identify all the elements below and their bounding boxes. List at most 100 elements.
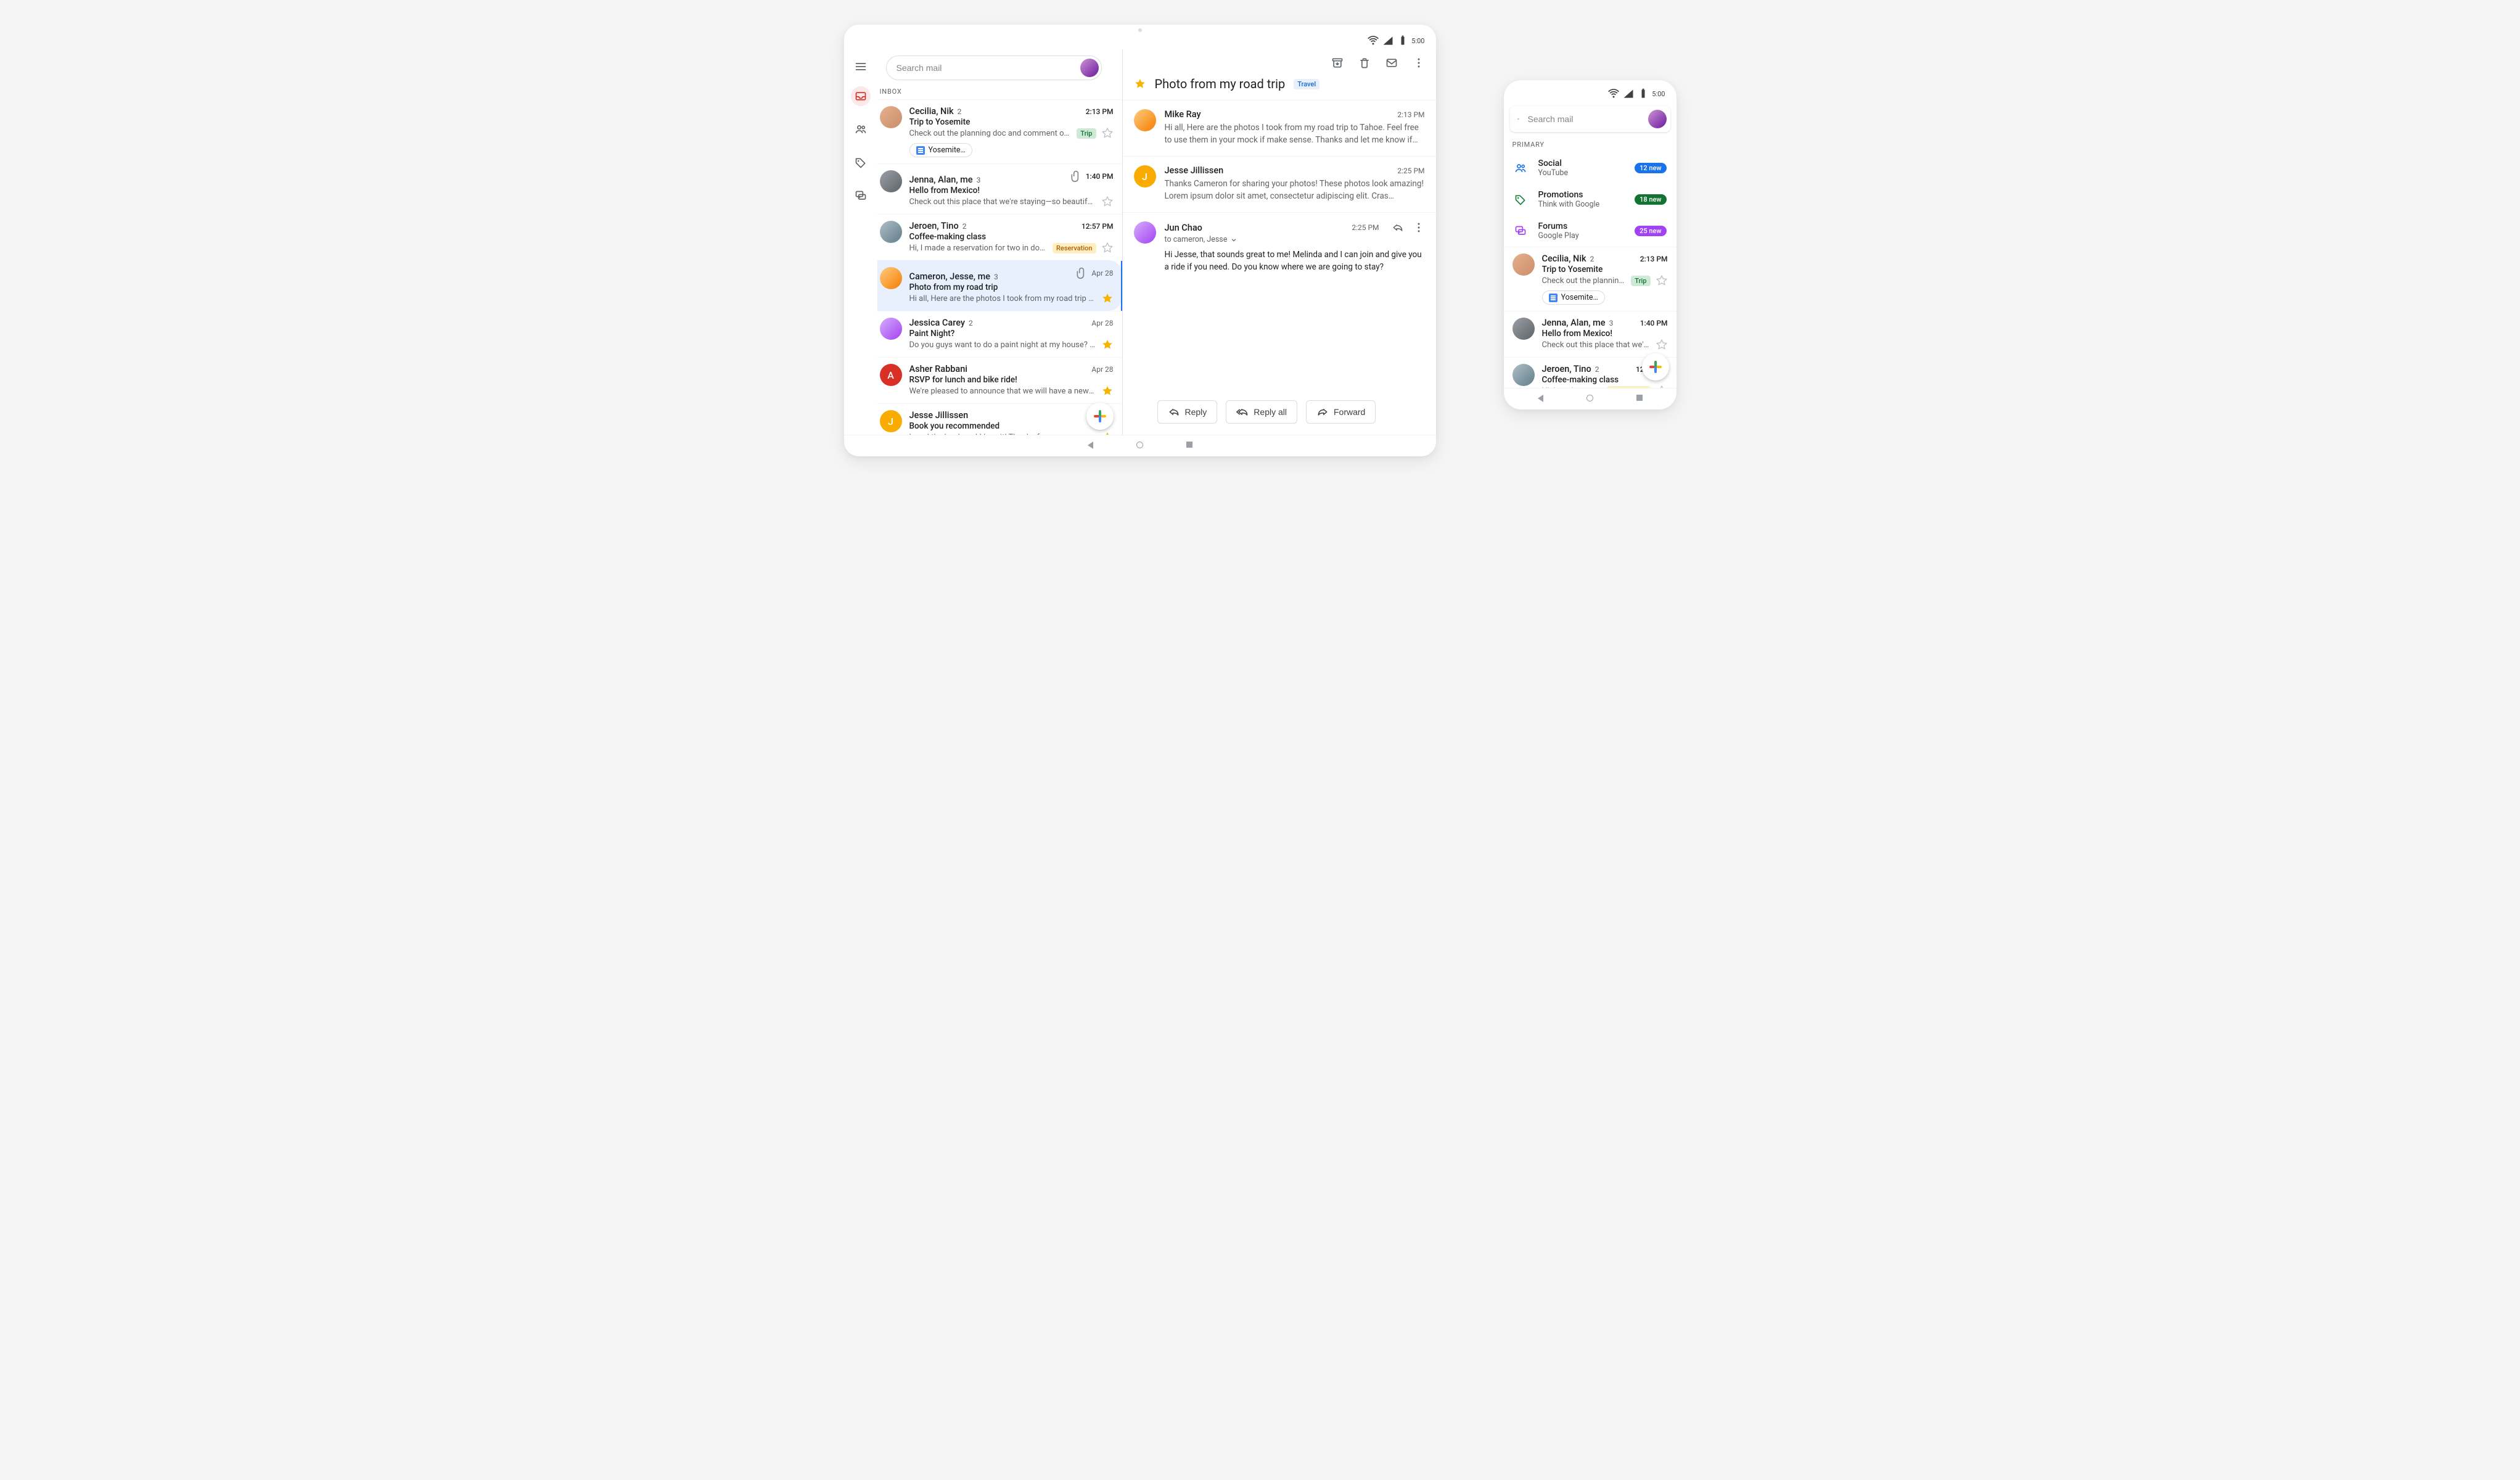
mark-unread-button[interactable] (1385, 57, 1398, 69)
category-social[interactable]: SocialYouTube12 new (1504, 152, 1677, 184)
rail-primary[interactable] (851, 86, 871, 106)
plus-icon (1094, 410, 1106, 422)
battery-icon (1397, 35, 1409, 47)
thread-list[interactable]: Cecilia, Nik22:13 PMTrip to YosemiteChec… (877, 99, 1122, 435)
nav-back[interactable] (1538, 395, 1543, 402)
star-toggle[interactable] (1101, 431, 1114, 435)
menu-icon[interactable] (1517, 113, 1519, 125)
thread-names: Jeroen, Tino (909, 221, 959, 231)
thread-item[interactable]: Cecilia, Nik22:13 PMTrip to YosemiteChec… (1504, 247, 1677, 311)
thread-avatar[interactable] (1134, 221, 1156, 244)
rail-promotions[interactable] (851, 153, 871, 173)
phone-search-field[interactable] (1510, 106, 1670, 132)
star-toggle[interactable] (1101, 195, 1114, 208)
reply-icon[interactable] (1392, 221, 1404, 234)
conversation-star[interactable] (1134, 78, 1146, 90)
star-toggle[interactable] (1101, 385, 1114, 397)
thread-avatar[interactable]: J (1134, 165, 1156, 187)
conversation-label-chip[interactable]: Travel (1294, 79, 1320, 89)
attachment-chip[interactable]: Yosemite… (909, 143, 972, 157)
compose-fab[interactable] (1086, 403, 1114, 430)
nav-back[interactable] (1088, 442, 1093, 449)
star-toggle[interactable] (1656, 274, 1668, 287)
thread-item[interactable]: JJesse JillissenApr 28Book you recommend… (877, 403, 1122, 435)
forward-button[interactable]: Forward (1306, 400, 1376, 424)
compose-fab[interactable] (1642, 353, 1669, 380)
phone-search-input[interactable] (1527, 113, 1641, 125)
thread-avatar[interactable] (880, 318, 902, 340)
thread-item[interactable]: Jenna, Alan, me31:40 PMHello from Mexico… (877, 163, 1122, 214)
more-icon[interactable] (1413, 221, 1425, 234)
message-time: 2:25 PM (1397, 166, 1424, 175)
search-field[interactable] (886, 56, 1102, 80)
thread-item[interactable]: Jeroen, Tino212:57 PMCoffee-making class… (877, 214, 1122, 260)
attachment-chip[interactable]: Yosemite… (1542, 290, 1605, 305)
thread-avatar[interactable] (880, 267, 902, 289)
search-input[interactable] (895, 62, 1073, 73)
category-title: Social (1538, 158, 1624, 168)
label-chip[interactable]: Reservation (1607, 386, 1651, 388)
label-chip[interactable]: Trip (1631, 276, 1650, 286)
label-chip[interactable]: Trip (1077, 128, 1096, 139)
thread-avatar[interactable] (1134, 109, 1156, 131)
star-toggle[interactable] (1656, 385, 1668, 388)
conversation-subject: Photo from my road trip (1155, 76, 1286, 91)
menu-icon[interactable] (855, 60, 867, 73)
message-recipients[interactable]: to cameron, Jesse (1165, 235, 1425, 244)
reply-label: Reply (1185, 407, 1207, 417)
thread-names: Cameron, Jesse, me (909, 271, 991, 282)
thread-avatar[interactable] (1512, 253, 1535, 276)
thread-snippet: Check out the planning doc and comment o… (909, 129, 1072, 138)
nav-recent[interactable] (1636, 395, 1643, 401)
message-item[interactable]: Mike Ray2:13 PMHi all, Here are the phot… (1123, 100, 1436, 156)
account-avatar[interactable] (1648, 110, 1667, 128)
rail-forums[interactable] (851, 186, 871, 206)
thread-avatar[interactable] (1512, 318, 1535, 340)
category-title: Promotions (1538, 190, 1624, 200)
system-nav-bar (1504, 388, 1677, 409)
rail-social[interactable] (851, 120, 871, 139)
nav-home[interactable] (1136, 442, 1143, 448)
more-button[interactable] (1413, 57, 1425, 69)
thread-time: 2:13 PM (1086, 107, 1114, 116)
wifi-icon (1367, 35, 1379, 47)
thread-snippet: Hi, I made a reservation for two in down… (909, 244, 1048, 253)
thread-item[interactable]: Cecilia, Nik22:13 PMTrip to YosemiteChec… (877, 99, 1122, 163)
thread-item[interactable]: Cameron, Jesse, me3Apr 28Photo from my r… (877, 260, 1122, 311)
message-item[interactable]: JJesse Jillissen2:25 PMThanks Cameron fo… (1123, 156, 1436, 212)
category-promotions[interactable]: PromotionsThink with Google18 new (1504, 184, 1677, 215)
thread-avatar[interactable] (880, 221, 902, 243)
thread-subject: Trip to Yosemite (909, 117, 1114, 127)
star-toggle[interactable] (1101, 339, 1114, 351)
thread-item[interactable]: Jenna, Alan, me31:40 PMHello from Mexico… (1504, 311, 1677, 357)
thread-avatar[interactable]: J (880, 410, 902, 432)
message-time: 2:25 PM (1352, 223, 1379, 232)
delete-button[interactable] (1358, 57, 1371, 69)
star-toggle[interactable] (1101, 242, 1114, 254)
thread-item[interactable]: Jessica Carey2Apr 28Paint Night?Do you g… (877, 311, 1122, 357)
message-body: Hi all, Here are the photos I took from … (1165, 122, 1425, 146)
message-item[interactable]: Jun Chao2:25 PM to cameron, JesseHi Jess… (1123, 212, 1436, 283)
reply-button[interactable]: Reply (1157, 400, 1218, 424)
nav-home[interactable] (1586, 395, 1593, 401)
thread-time: 1:40 PM (1640, 319, 1668, 327)
category-badge: 25 new (1635, 226, 1666, 236)
thread-avatar[interactable] (880, 170, 902, 192)
archive-button[interactable] (1331, 57, 1344, 69)
reply-all-button[interactable]: Reply all (1226, 400, 1297, 424)
star-toggle[interactable] (1101, 127, 1114, 139)
star-toggle[interactable] (1656, 339, 1668, 351)
label-chip[interactable]: Reservation (1053, 243, 1096, 253)
nav-recent[interactable] (1186, 442, 1192, 448)
attachment-icon (1075, 267, 1088, 279)
thread-avatar[interactable] (880, 106, 902, 128)
thread-subject: Hello from Mexico! (1542, 329, 1668, 339)
thread-count: 3 (977, 176, 981, 184)
thread-avatar[interactable]: A (880, 364, 902, 386)
thread-names: Jessica Carey (909, 318, 965, 328)
category-forums[interactable]: ForumsGoogle Play25 new (1504, 215, 1677, 247)
star-toggle[interactable] (1101, 292, 1114, 305)
thread-item[interactable]: AAsher RabbaniApr 28RSVP for lunch and b… (877, 357, 1122, 403)
account-avatar[interactable] (1080, 59, 1099, 77)
thread-avatar[interactable] (1512, 364, 1535, 386)
